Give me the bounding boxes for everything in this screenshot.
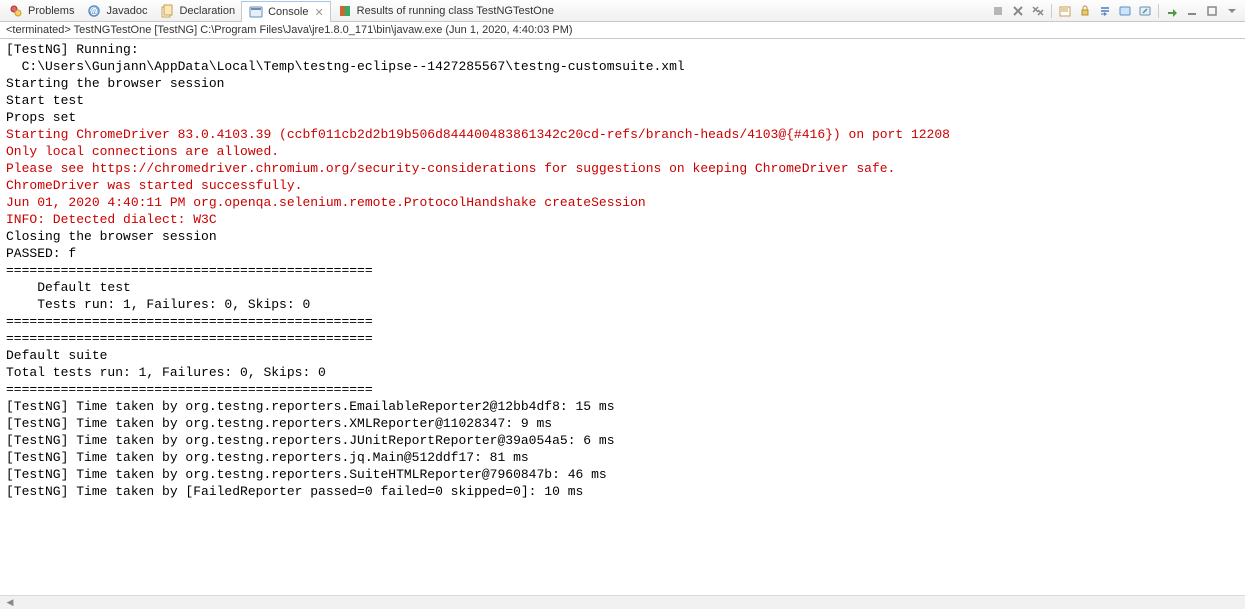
console-line: [TestNG] Time taken by org.testng.report… bbox=[6, 466, 1239, 483]
console-line-stderr: Jun 01, 2020 4:40:11 PM org.openqa.selen… bbox=[6, 194, 1239, 211]
console-line: Total tests run: 1, Failures: 0, Skips: … bbox=[6, 364, 1239, 381]
tab-label: Results of running class TestNGTestOne bbox=[357, 5, 554, 17]
declaration-icon bbox=[159, 3, 175, 19]
javadoc-icon: @ bbox=[86, 3, 102, 19]
separator bbox=[1051, 4, 1052, 18]
console-line: ========================================… bbox=[6, 313, 1239, 330]
view-menu-icon[interactable] bbox=[1223, 2, 1241, 20]
console-line-stderr: INFO: Detected dialect: W3C bbox=[6, 211, 1239, 228]
console-line-stderr: Starting ChromeDriver 83.0.4103.39 (ccbf… bbox=[6, 126, 1239, 143]
view-tab-bar: Problems @ Javadoc Declaration Console ✕ bbox=[0, 0, 1245, 22]
open-console-icon[interactable] bbox=[1163, 2, 1181, 20]
console-output[interactable]: [TestNG] Running: C:\Users\Gunjann\AppDa… bbox=[0, 39, 1245, 595]
console-line: ========================================… bbox=[6, 262, 1239, 279]
tab-label: Console bbox=[268, 6, 308, 18]
console-line: ========================================… bbox=[6, 381, 1239, 398]
console-line: [TestNG] Time taken by [FailedReporter p… bbox=[6, 483, 1239, 500]
pin-console-icon[interactable] bbox=[1116, 2, 1134, 20]
console-line: [TestNG] Time taken by org.testng.report… bbox=[6, 432, 1239, 449]
remove-launch-icon[interactable] bbox=[1009, 2, 1027, 20]
separator bbox=[1158, 4, 1159, 18]
console-line: Closing the browser session bbox=[6, 228, 1239, 245]
console-line-stderr: Only local connections are allowed. bbox=[6, 143, 1239, 160]
word-wrap-icon[interactable] bbox=[1096, 2, 1114, 20]
console-line: [TestNG] Running: bbox=[6, 41, 1239, 58]
maximize-icon[interactable] bbox=[1203, 2, 1221, 20]
console-line: PASSED: f bbox=[6, 245, 1239, 262]
console-line: ========================================… bbox=[6, 330, 1239, 347]
scroll-left-icon[interactable]: ◀ bbox=[4, 597, 16, 609]
display-console-icon[interactable] bbox=[1136, 2, 1154, 20]
console-line: [TestNG] Time taken by org.testng.report… bbox=[6, 449, 1239, 466]
svg-text:@: @ bbox=[90, 6, 98, 16]
terminate-icon[interactable] bbox=[989, 2, 1007, 20]
console-line: Start test bbox=[6, 92, 1239, 109]
tab-results[interactable]: Results of running class TestNGTestOne bbox=[331, 0, 560, 21]
console-toolbar bbox=[989, 2, 1245, 20]
tab-label: Declaration bbox=[179, 5, 235, 17]
console-line: Props set bbox=[6, 109, 1239, 126]
console-line-stderr: Please see https://chromedriver.chromium… bbox=[6, 160, 1239, 177]
console-line: Starting the browser session bbox=[6, 75, 1239, 92]
console-line: Default suite bbox=[6, 347, 1239, 364]
console-line: [TestNG] Time taken by org.testng.report… bbox=[6, 415, 1239, 432]
tab-javadoc[interactable]: @ Javadoc bbox=[80, 0, 153, 21]
tab-label: Javadoc bbox=[106, 5, 147, 17]
testng-icon bbox=[337, 3, 353, 19]
console-line: C:\Users\Gunjann\AppData\Local\Temp\test… bbox=[6, 58, 1239, 75]
console-line: [TestNG] Time taken by org.testng.report… bbox=[6, 398, 1239, 415]
console-line-stderr: ChromeDriver was started successfully. bbox=[6, 177, 1239, 194]
tab-declaration[interactable]: Declaration bbox=[153, 0, 241, 21]
console-line: Default test bbox=[6, 279, 1239, 296]
tab-console[interactable]: Console ✕ bbox=[241, 1, 331, 22]
scroll-lock-icon[interactable] bbox=[1076, 2, 1094, 20]
tabs-container: Problems @ Javadoc Declaration Console ✕ bbox=[2, 0, 989, 21]
clear-console-icon[interactable] bbox=[1056, 2, 1074, 20]
close-icon[interactable]: ✕ bbox=[314, 6, 323, 19]
horizontal-scrollbar[interactable]: ◀ bbox=[0, 595, 1245, 609]
console-line: Tests run: 1, Failures: 0, Skips: 0 bbox=[6, 296, 1239, 313]
problems-icon bbox=[8, 3, 24, 19]
tab-label: Problems bbox=[28, 5, 74, 17]
remove-all-icon[interactable] bbox=[1029, 2, 1047, 20]
tab-problems[interactable]: Problems bbox=[2, 0, 80, 21]
minimize-icon[interactable] bbox=[1183, 2, 1201, 20]
console-icon bbox=[248, 4, 264, 20]
launch-status: <terminated> TestNGTestOne [TestNG] C:\P… bbox=[0, 22, 1245, 39]
